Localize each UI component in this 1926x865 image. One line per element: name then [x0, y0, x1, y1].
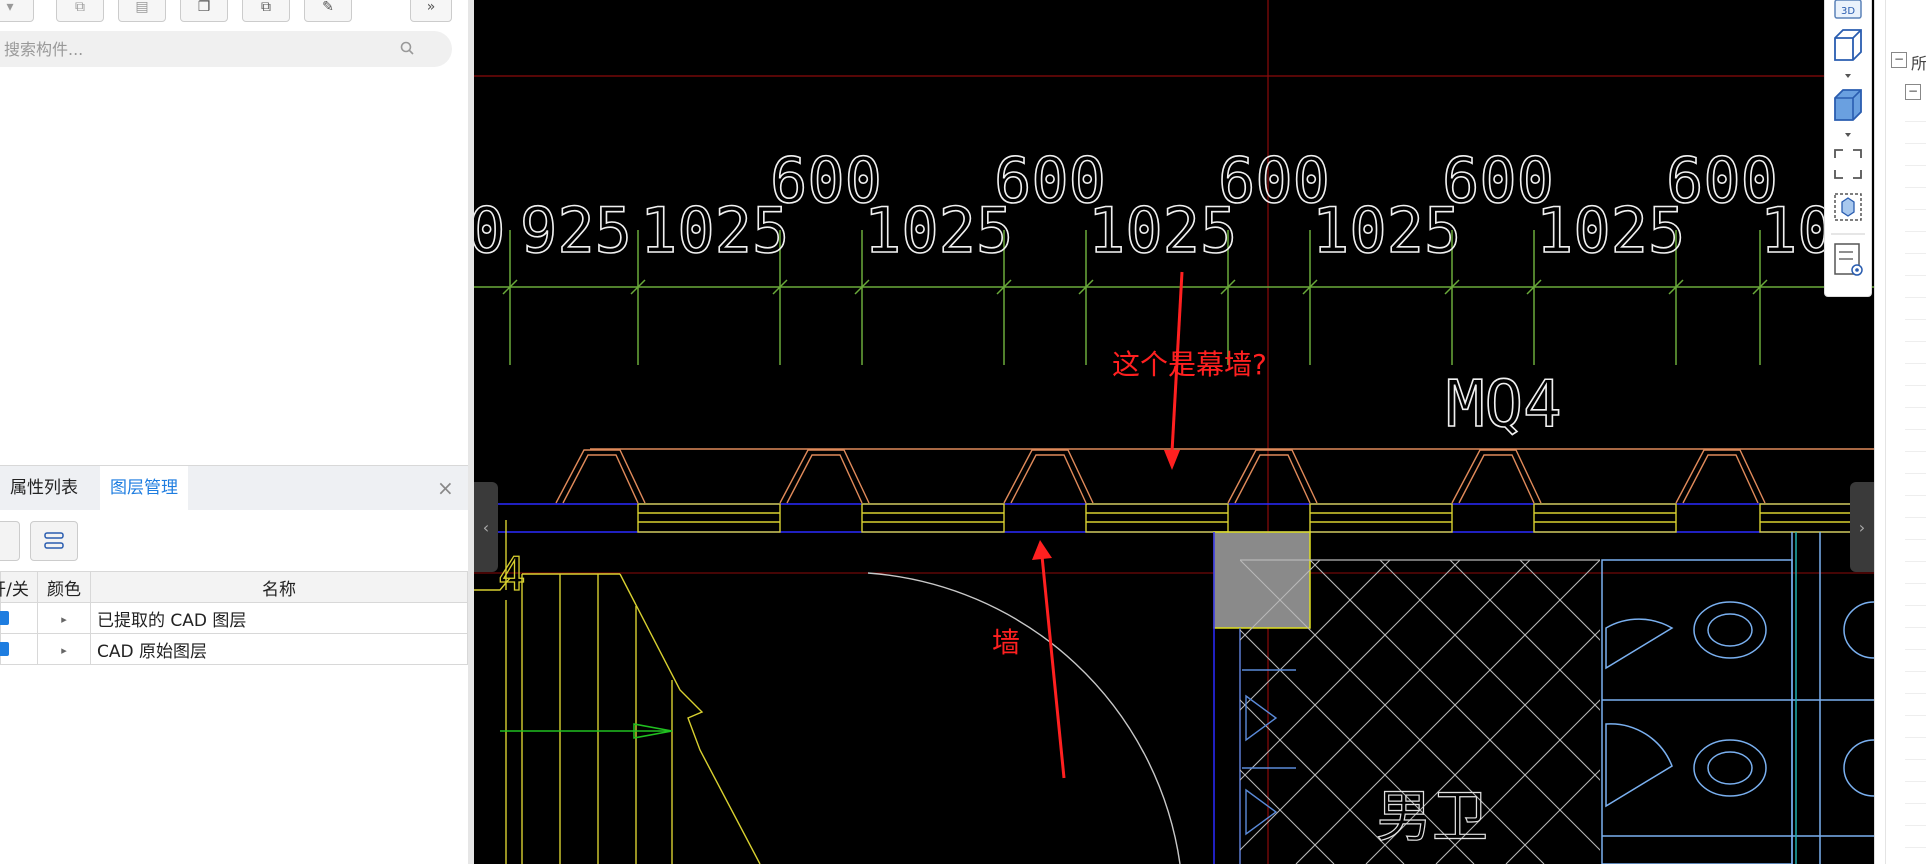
- tab-property-list[interactable]: 属性列表: [0, 466, 88, 510]
- collapse-right-handle[interactable]: ›: [1850, 482, 1874, 572]
- tree-collapse-toggle[interactable]: −: [1905, 84, 1921, 100]
- expand-triangle-icon[interactable]: ▸: [37, 602, 91, 634]
- layer-view-icon[interactable]: [1834, 243, 1863, 276]
- delete-button[interactable]: ▤: [118, 0, 166, 22]
- layer-table: 开/关 颜色 名称 ▸ 已提取的 CAD 图层 ▸ CAD 原始图层: [0, 571, 468, 665]
- search-input[interactable]: [4, 31, 384, 67]
- 3d-view-icon[interactable]: 3D: [1834, 0, 1862, 19]
- close-icon[interactable]: ×: [437, 466, 454, 510]
- extract-icon: ⧉: [261, 0, 271, 15]
- table-row[interactable]: ▸ 已提取的 CAD 图层: [0, 602, 468, 634]
- edit-button[interactable]: ✎: [304, 0, 352, 22]
- layer-tool-button-1[interactable]: [0, 521, 20, 561]
- tree-rows: [1905, 100, 1926, 864]
- layer-panel: 属性列表 图层管理 × 开/关 颜色 名称 ▸: [0, 465, 468, 865]
- section-box-icon[interactable]: [1834, 193, 1862, 221]
- panel-tabs: 属性列表 图层管理 ×: [0, 466, 468, 510]
- cad-drawing-canvas[interactable]: 600 600 600 600 600 0 925 1025 1025 1025…: [474, 0, 1874, 864]
- fit-view-icon[interactable]: [1834, 149, 1862, 179]
- layer-checkbox[interactable]: [0, 602, 38, 634]
- dimension-text: 925: [520, 194, 632, 267]
- view-tools-icons: 3D: [1831, 0, 1865, 276]
- dimension-text: 1025: [1312, 194, 1461, 267]
- stair-label: 4: [498, 547, 526, 601]
- column-header-color: 颜色: [37, 571, 91, 603]
- extract-button[interactable]: ⧉: [242, 0, 290, 22]
- cad-drawing: 600 600 600 600 600 0 925 1025 1025 1025…: [474, 0, 1874, 864]
- search-bar: [0, 31, 452, 67]
- layer-tool-button-2[interactable]: [30, 521, 78, 561]
- search-icon[interactable]: [400, 41, 414, 55]
- 3d-label: 3D: [1841, 6, 1855, 17]
- double-chevron-right-icon: »: [426, 0, 436, 15]
- expand-button[interactable]: »: [410, 0, 452, 22]
- dimension-text: 0: [474, 194, 505, 267]
- dimension-text: 1025: [1088, 194, 1237, 267]
- list-icon: [44, 532, 64, 549]
- component-toolbar: ▾ ⧉ ▤ ❐ ⧉ ✎ »: [0, 0, 468, 22]
- dimension-text: 1025: [640, 194, 789, 267]
- layer-copy-button[interactable]: ❐: [180, 0, 228, 22]
- expand-triangle-icon[interactable]: ▸: [37, 633, 91, 665]
- column-header-name: 名称: [90, 571, 468, 603]
- toolbar-dropdown-button[interactable]: ▾: [0, 0, 34, 22]
- table-row[interactable]: ▸ CAD 原始图层: [0, 633, 468, 665]
- tab-layer-management[interactable]: 图层管理: [100, 466, 188, 510]
- layer-checkbox[interactable]: [0, 633, 38, 665]
- right-structure-panel: − 所 − − − −: [1874, 0, 1926, 864]
- annotation-wall: 墙: [992, 626, 1020, 659]
- copy-button[interactable]: ⧉: [56, 0, 104, 22]
- left-panel: ▾ ⧉ ▤ ❐ ⧉ ✎ » 属性列表 图层管理 × 开: [0, 0, 468, 865]
- chevron-left-icon: ‹: [482, 517, 490, 537]
- trash-icon: ▤: [135, 0, 149, 15]
- tree-collapse-toggle[interactable]: −: [1891, 52, 1907, 68]
- edit-icon: ✎: [322, 0, 334, 15]
- view-toolbar: 3D: [1824, 0, 1872, 297]
- column-header-toggle: 开/关: [0, 571, 38, 603]
- cube-solid-icon[interactable]: [1834, 89, 1862, 137]
- room-label: 男卫: [1376, 785, 1488, 850]
- chevron-right-icon: ›: [1858, 517, 1866, 537]
- dimension-text: 1025: [1536, 194, 1685, 267]
- layers-icon: ❐: [197, 0, 211, 15]
- tree-node-label: 所: [1911, 54, 1926, 73]
- layer-name: 已提取的 CAD 图层: [90, 602, 468, 634]
- annotation-curtain-wall: 这个是幕墙?: [1112, 348, 1267, 381]
- collapse-left-handle[interactable]: ‹: [474, 482, 498, 572]
- curtain-wall-tag: MQ4: [1446, 368, 1562, 442]
- copy-icon: ⧉: [75, 0, 85, 15]
- cube-outline-icon[interactable]: [1834, 29, 1862, 78]
- dimension-text: 1025: [864, 194, 1013, 267]
- layer-name: CAD 原始图层: [90, 633, 468, 665]
